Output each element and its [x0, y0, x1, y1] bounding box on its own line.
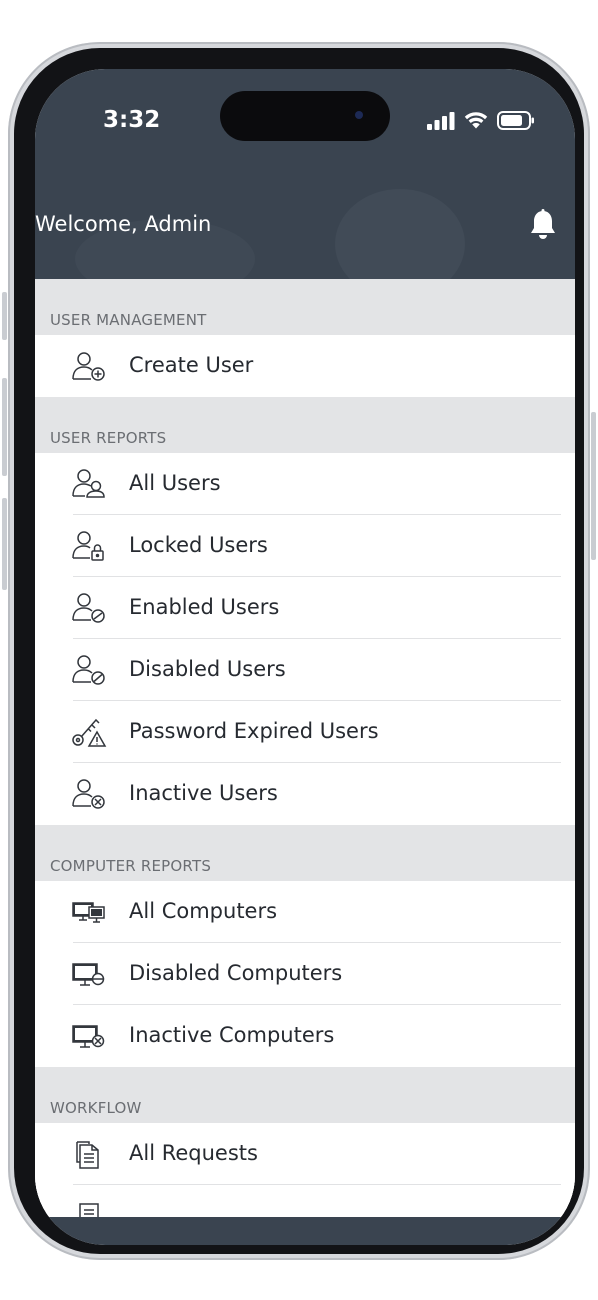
- status-time: 3:32: [103, 107, 161, 133]
- user-inactive-icon: [72, 779, 105, 809]
- menu-item-label: Inactive Users: [129, 781, 278, 805]
- menu-item-label: Disabled Computers: [129, 961, 343, 985]
- section-header-workflow: WORKFLOW: [35, 1067, 575, 1123]
- user-add-icon: [72, 352, 105, 381]
- menu-item-label: Inactive Computers: [129, 1023, 335, 1047]
- bell-icon[interactable]: [529, 209, 557, 241]
- menu-item-label: Password Expired Users: [129, 719, 379, 743]
- menu-item-inactive-computers[interactable]: Inactive Computers: [35, 1005, 575, 1067]
- menu-item-label: All Users: [129, 471, 221, 495]
- volume-down-button: [2, 498, 7, 590]
- screen: 3:32 Welcome, Admin USER MANAGEMENT Crea…: [35, 69, 575, 1245]
- menu-item-disabled-computers[interactable]: Disabled Computers: [35, 943, 575, 1005]
- menu-item-all-requests[interactable]: All Requests: [35, 1123, 575, 1185]
- menu-item-create-user[interactable]: Create User: [35, 335, 575, 397]
- menu-item-label: All Requests: [129, 1141, 258, 1165]
- menu-item-inactive-users[interactable]: Inactive Users: [35, 763, 575, 825]
- computer-inactive-icon: [72, 1025, 105, 1048]
- menu-item-all-users[interactable]: All Users: [35, 453, 575, 515]
- status-icons: [427, 111, 535, 130]
- computers-icon: [72, 902, 105, 923]
- power-button: [591, 412, 596, 560]
- menu-item-label: Create User: [129, 353, 254, 377]
- app-header: 3:32 Welcome, Admin: [35, 69, 575, 279]
- section-header-user-management: USER MANAGEMENT: [35, 279, 575, 335]
- computer-disabled-icon: [72, 963, 105, 986]
- section-header-computer-reports: COMPUTER REPORTS: [35, 825, 575, 881]
- menu-list[interactable]: USER MANAGEMENT Create User USER REPORTS: [35, 279, 575, 1217]
- documents-icon: [76, 1141, 99, 1169]
- bottom-bar: [35, 1217, 575, 1245]
- wifi-icon: [464, 112, 488, 129]
- menu-item-label: Enabled Users: [129, 595, 280, 619]
- menu-item-disabled-users[interactable]: Disabled Users: [35, 639, 575, 701]
- action-button: [2, 292, 7, 340]
- volume-up-button: [2, 378, 7, 476]
- phone-bezel: 3:32 Welcome, Admin USER MANAGEMENT Crea…: [14, 48, 584, 1254]
- battery-icon: [497, 111, 534, 130]
- menu-item-label: All Computers: [129, 899, 278, 923]
- users-icon: [72, 469, 105, 498]
- menu-item-partial[interactable]: [35, 1185, 575, 1217]
- menu-item-password-expired-users[interactable]: Password Expired Users: [35, 701, 575, 763]
- document-icon: [79, 1203, 99, 1217]
- section-header-user-reports: USER REPORTS: [35, 397, 575, 453]
- user-disabled-icon: [72, 655, 105, 685]
- welcome-title: Welcome, Admin: [35, 212, 212, 236]
- menu-item-all-computers[interactable]: All Computers: [35, 881, 575, 943]
- key-warning-icon: [72, 718, 107, 747]
- user-enabled-icon: [72, 593, 105, 623]
- menu-item-label: Locked Users: [129, 533, 268, 557]
- phone-frame: 3:32 Welcome, Admin USER MANAGEMENT Crea…: [8, 42, 590, 1260]
- menu-item-enabled-users[interactable]: Enabled Users: [35, 577, 575, 639]
- user-lock-icon: [72, 531, 104, 561]
- menu-item-locked-users[interactable]: Locked Users: [35, 515, 575, 577]
- dynamic-island: [220, 91, 390, 141]
- menu-item-label: Disabled Users: [129, 657, 286, 681]
- signal-icon: [427, 111, 455, 130]
